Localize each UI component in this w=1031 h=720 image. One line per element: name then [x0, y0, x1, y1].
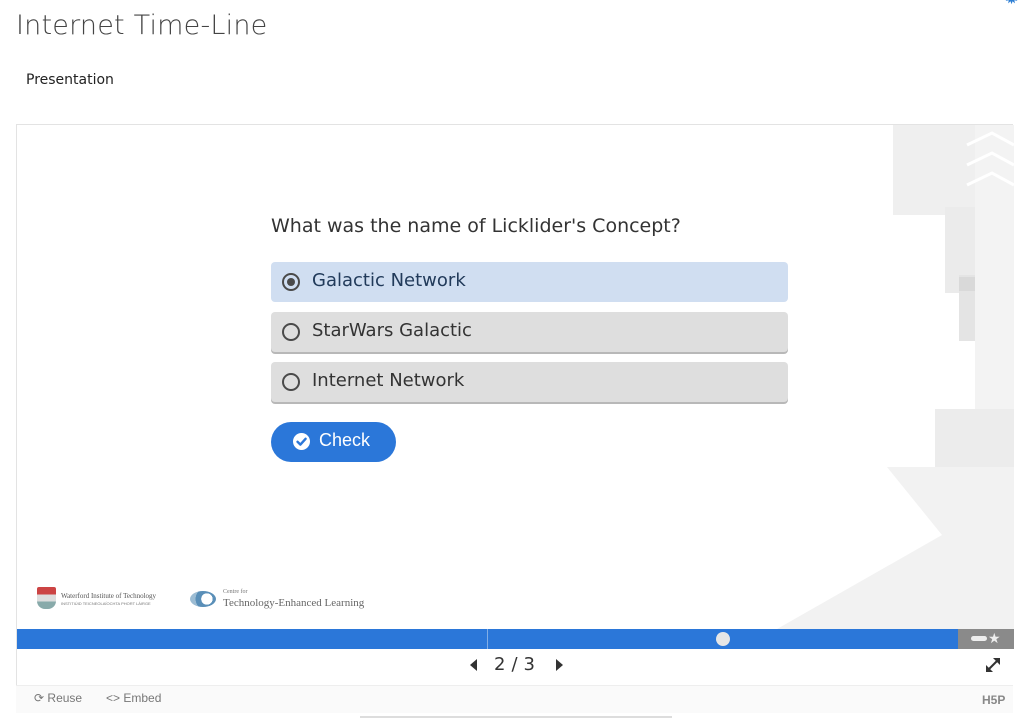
slide-navigation: 2/3	[17, 649, 1014, 685]
check-button[interactable]: Check	[271, 422, 396, 462]
summary-star-icon: ★	[988, 631, 1001, 647]
wit-logo: Waterford Institute of Technology INSTIT…	[37, 585, 177, 611]
presentation-player: What was the name of Licklider's Concept…	[16, 124, 1014, 685]
wit-logo-name: Waterford Institute of Technology	[61, 592, 157, 600]
answer-option-starwars-galactic[interactable]: StarWars Galactic	[271, 312, 788, 352]
prev-arrow-icon[interactable]	[470, 659, 477, 671]
progress-divider	[487, 629, 488, 649]
embed-label: Embed	[123, 691, 162, 705]
radio-icon	[282, 323, 300, 341]
page-title: Internet Time-Line	[16, 10, 268, 41]
question-text: What was the name of Licklider's Concept…	[271, 215, 681, 237]
reuse-icon: ⟳	[34, 691, 45, 705]
answer-label: Galactic Network	[312, 270, 466, 291]
radio-icon	[282, 373, 300, 391]
next-arrow-icon[interactable]	[556, 659, 563, 671]
check-button-label: Check	[319, 430, 371, 450]
answer-label: Internet Network	[312, 370, 465, 391]
slide: What was the name of Licklider's Concept…	[17, 125, 1014, 629]
h5p-logo[interactable]: H5P	[982, 693, 1005, 707]
current-slide: 2	[494, 654, 506, 675]
answer-option-internet-network[interactable]: Internet Network	[271, 362, 788, 402]
summary-bar-icon	[971, 636, 987, 641]
tel-logo: Centre for Technology-Enhanced Learning	[190, 587, 390, 613]
slide-counter: 2/3	[491, 654, 538, 675]
tel-logo-prefix: Centre for	[223, 589, 248, 595]
content-type-label: Presentation	[26, 72, 114, 88]
gear-icon[interactable]: ✹	[1004, 0, 1022, 8]
slide-separator: /	[511, 654, 518, 675]
wit-logo-tagline: INSTITIÚID TEICNEOLAÍOCHTA PHORT LÁIRGE	[61, 601, 151, 606]
reuse-label: Reuse	[47, 691, 83, 705]
embed-icon: <>	[106, 691, 121, 705]
embed-link[interactable]: <> Embed	[106, 691, 161, 705]
h5p-footer: ⟳ Reuse <> Embed H5P	[16, 685, 1013, 713]
summary-slide-button[interactable]: ★	[958, 629, 1014, 649]
check-circle-icon	[293, 433, 310, 450]
progress-bar[interactable]: ★	[17, 629, 1014, 649]
tel-logo-name: Technology-Enhanced Learning	[223, 597, 365, 609]
reuse-link[interactable]: ⟳ Reuse	[34, 691, 82, 705]
progress-knob[interactable]	[716, 632, 730, 646]
answer-label: StarWars Galactic	[312, 320, 472, 341]
answer-option-galactic-network[interactable]: Galactic Network	[271, 262, 788, 302]
total-slides: 3	[523, 654, 535, 675]
wit-crest-icon	[37, 587, 56, 609]
fullscreen-icon[interactable]	[983, 655, 1003, 675]
radio-selected-icon	[282, 273, 300, 291]
scroll-indicator	[360, 716, 672, 718]
tel-logo-mark-icon	[190, 591, 216, 607]
